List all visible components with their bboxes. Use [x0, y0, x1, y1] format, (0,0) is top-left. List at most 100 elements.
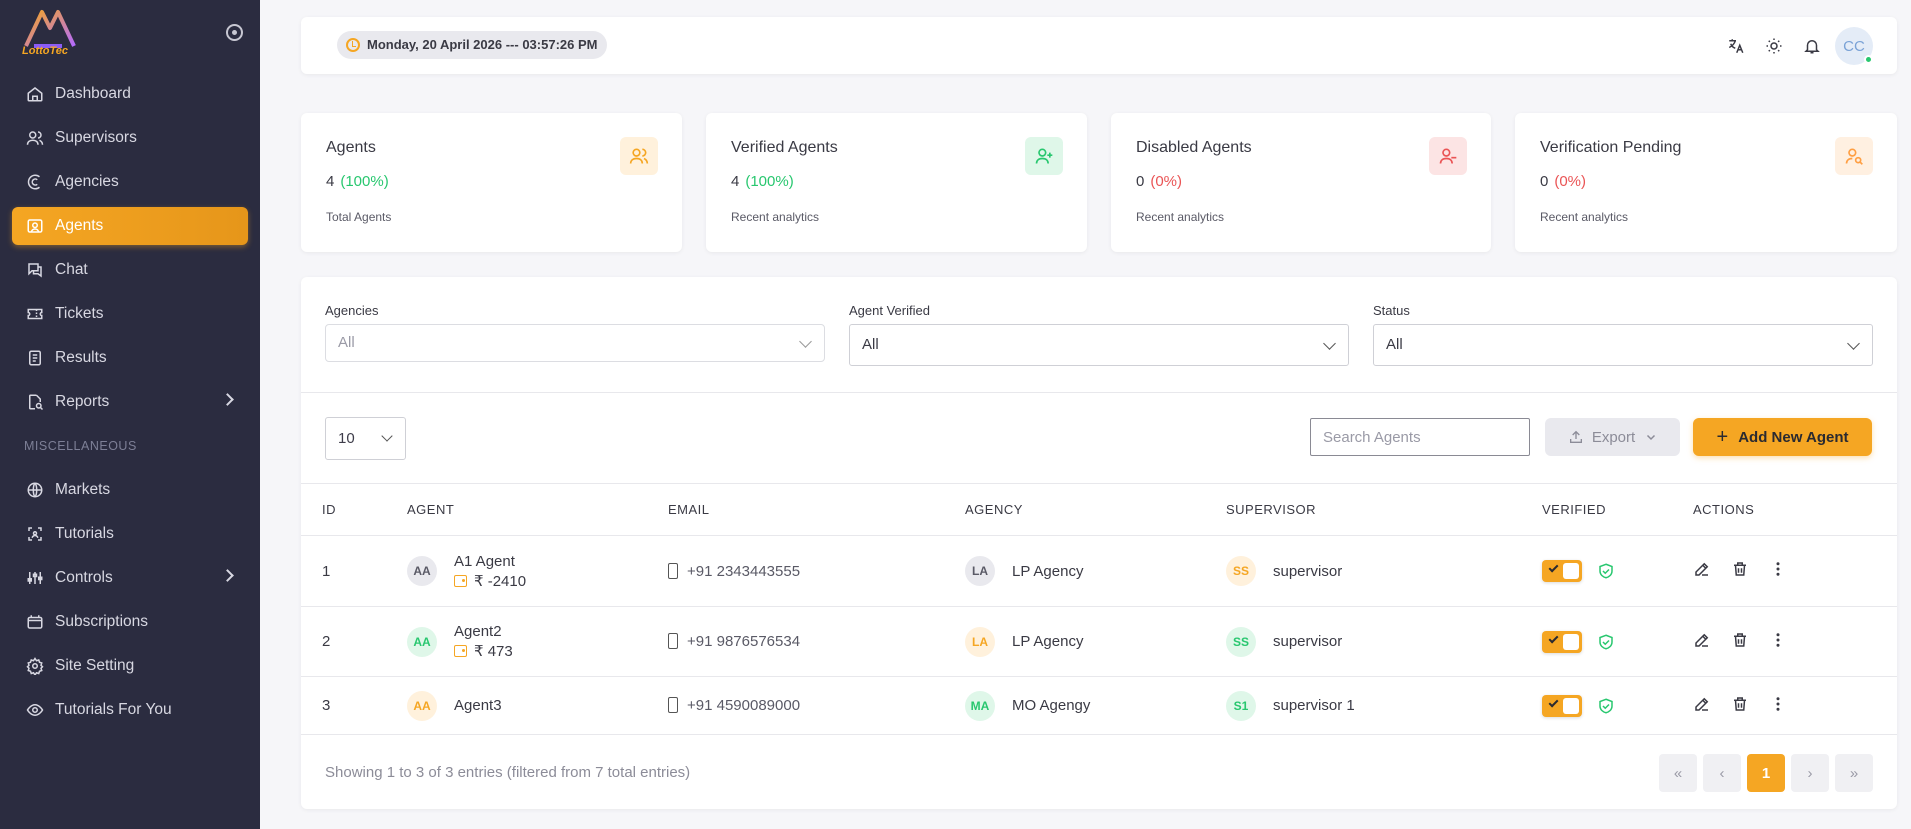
cell-actions	[1693, 676, 1897, 735]
filter-agencies: Agencies All	[325, 303, 825, 362]
filter-status: Status All	[1373, 303, 1873, 366]
more-vertical-icon[interactable]	[1769, 560, 1787, 578]
agency-avatar: LA	[965, 626, 995, 657]
phone-number: +91 4590089000	[687, 697, 801, 714]
report-icon	[25, 392, 45, 412]
supervisor-avatar: SS	[1226, 626, 1256, 657]
clock-icon	[346, 38, 360, 52]
column-header-supervisor[interactable]: SUPERVISOR	[1226, 483, 1542, 536]
stat-number: 0	[1540, 173, 1549, 190]
agencies-select[interactable]: All	[325, 324, 825, 362]
results-icon	[25, 348, 45, 368]
agency-name: LP Agency	[1012, 633, 1084, 650]
agent-name[interactable]: A1 Agent	[454, 553, 526, 570]
translate-icon[interactable]	[1717, 27, 1755, 65]
sidebar-item-label: Tutorials For You	[55, 701, 172, 718]
sidebar-collapse-button[interactable]	[226, 24, 243, 41]
edit-icon[interactable]	[1693, 631, 1711, 649]
more-vertical-icon[interactable]	[1769, 631, 1787, 649]
sidebar-item-agencies[interactable]: Agencies	[12, 163, 248, 201]
agent-name[interactable]: Agent3	[454, 697, 502, 714]
export-label: Export	[1591, 428, 1636, 446]
divider	[301, 392, 1897, 393]
sidebar-item-supervisors[interactable]: Supervisors	[12, 119, 248, 157]
verified-toggle[interactable]	[1542, 630, 1582, 653]
supervisor-name: supervisor	[1273, 562, 1343, 580]
avatar[interactable]: CC	[1835, 27, 1873, 65]
stat-title: Verified Agents	[731, 139, 838, 156]
prev-page-button[interactable]: ‹	[1703, 754, 1741, 792]
sidebar-item-site-setting[interactable]: Site Setting	[12, 647, 248, 685]
shield-check-icon	[1599, 697, 1613, 714]
export-button[interactable]: Export	[1545, 418, 1680, 456]
sidebar-item-label: Subscriptions	[55, 613, 149, 630]
status-select[interactable]: All	[1373, 324, 1873, 366]
avatar-initials: CC	[1843, 37, 1865, 55]
sidebar-item-chat[interactable]: Chat	[12, 251, 248, 289]
sidebar-item-agents[interactable]: Agents	[12, 207, 248, 245]
next-page-button[interactable]: ›	[1791, 754, 1829, 792]
agent-icon	[25, 216, 45, 236]
agency-name: MO Agengy	[1012, 697, 1091, 714]
sidebar-item-markets[interactable]: Markets	[12, 471, 248, 509]
sidebar-item-tutorials[interactable]: Tutorials	[12, 515, 248, 553]
select-value: All	[862, 336, 879, 353]
check-icon	[1548, 697, 1559, 707]
agency-avatar: MA	[965, 690, 995, 721]
edit-icon[interactable]	[1693, 560, 1711, 578]
search-input[interactable]	[1310, 418, 1530, 456]
sidebar-item-label: Markets	[55, 481, 111, 498]
theme-sun-icon[interactable]	[1755, 27, 1793, 65]
plus-icon: +	[1716, 425, 1729, 448]
home-icon	[25, 84, 45, 104]
delete-icon[interactable]	[1731, 695, 1749, 713]
column-header-agent[interactable]: AGENT	[407, 483, 668, 536]
stat-card-agents: Agents 4 (100%) Total Agents	[301, 113, 682, 252]
sidebar-item-reports[interactable]: Reports	[12, 383, 248, 421]
first-page-button[interactable]: «	[1659, 754, 1697, 792]
agent-name[interactable]: Agent2	[454, 623, 513, 640]
chevron-right-icon	[221, 569, 234, 582]
delete-icon[interactable]	[1731, 631, 1749, 649]
sidebar-nav: Dashboard Supervisors Agencies Agents Ch…	[12, 75, 248, 735]
cell-agent: AA A1 Agent ₹ -2410	[407, 535, 668, 607]
edit-icon[interactable]	[1693, 695, 1711, 713]
last-page-button[interactable]: »	[1835, 754, 1873, 792]
stat-subtitle: Recent analytics	[731, 210, 820, 224]
stat-card-verification-pending: Verification Pending 0 (0%) Recent analyt…	[1515, 113, 1897, 252]
sidebar-item-dashboard[interactable]: Dashboard	[12, 75, 248, 113]
agent-verified-select[interactable]: All	[849, 324, 1349, 366]
chevron-down-icon	[381, 430, 393, 442]
verified-toggle[interactable]	[1542, 560, 1582, 582]
cell-id: 3	[301, 676, 407, 735]
select-value: All	[1386, 336, 1403, 353]
chevron-right-icon	[221, 393, 234, 406]
sidebar-item-results[interactable]: Results	[12, 339, 248, 377]
column-header-email[interactable]: EMAIL	[668, 483, 965, 536]
agent-balance: ₹ 473	[474, 643, 513, 660]
column-header-verified[interactable]: VERIFIED	[1542, 483, 1693, 536]
delete-icon[interactable]	[1731, 560, 1749, 578]
topbar: Monday, 20 April 2026 --- 03:57:26 PM CC	[301, 17, 1897, 74]
page-number-button[interactable]: 1	[1747, 754, 1785, 792]
page-size-select[interactable]: 10	[325, 417, 406, 460]
verified-toggle[interactable]	[1542, 694, 1582, 717]
column-header-agency[interactable]: AGENCY	[965, 483, 1226, 536]
sidebar-item-subscriptions[interactable]: Subscriptions	[12, 603, 248, 641]
agent-avatar: AA	[407, 690, 437, 721]
user-minus-icon	[1429, 137, 1467, 175]
phone-icon	[668, 697, 678, 713]
sidebar-item-controls[interactable]: Controls	[12, 559, 248, 597]
column-header-id[interactable]: ID	[301, 483, 407, 536]
sidebar-item-tutorials-for-you[interactable]: Tutorials For You	[12, 691, 248, 729]
sidebar: LottoTec Dashboard Supervisors Agencies …	[0, 0, 260, 829]
more-vertical-icon[interactable]	[1769, 695, 1787, 713]
sidebar-item-tickets[interactable]: Tickets	[12, 295, 248, 333]
notification-bell-icon[interactable]	[1793, 27, 1831, 65]
stat-value: 4 (100%)	[326, 173, 389, 190]
user-search-icon	[1835, 137, 1873, 175]
sidebar-section-label: MISCELLANEOUS	[24, 439, 137, 453]
tutorial-icon	[25, 524, 45, 544]
phone-number: +91 2343443555	[687, 562, 801, 580]
add-new-agent-button[interactable]: + Add New Agent	[1693, 418, 1872, 456]
